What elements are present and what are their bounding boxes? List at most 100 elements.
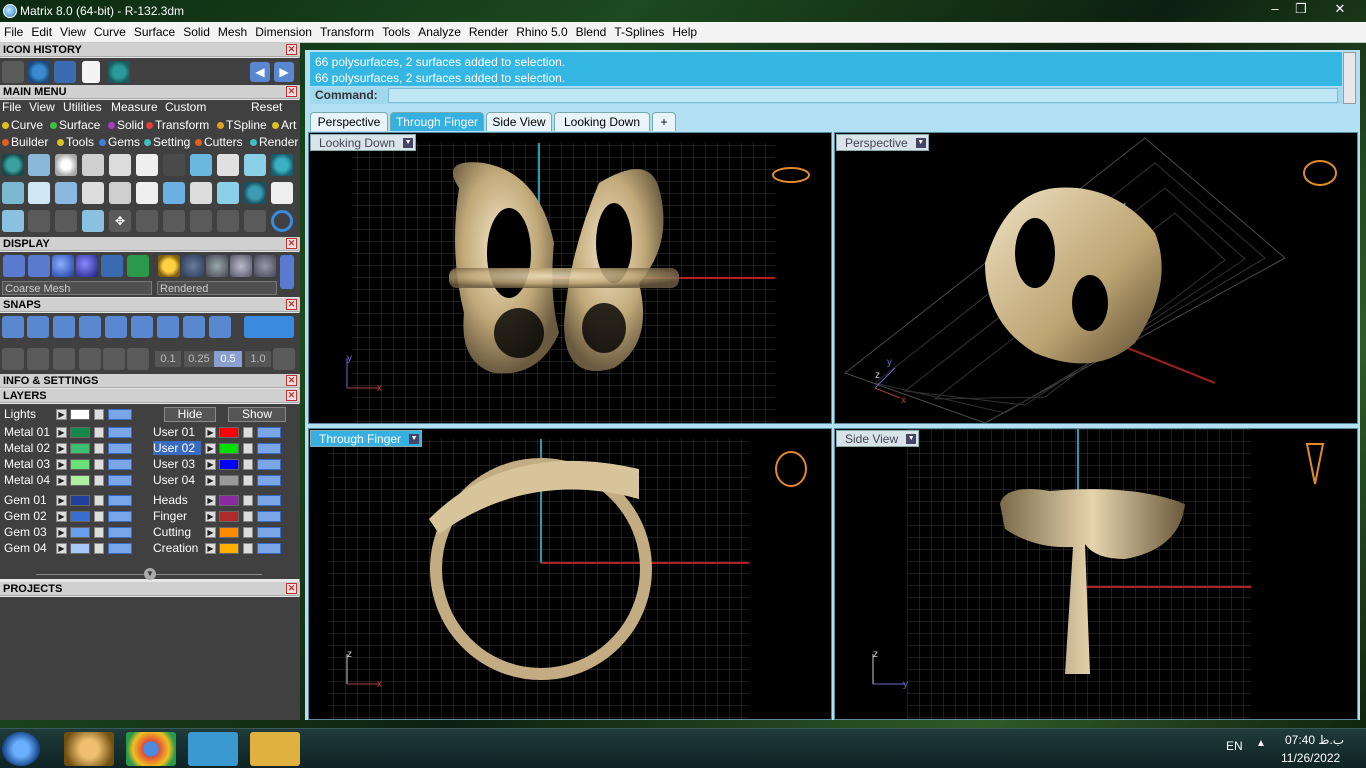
tool-icon[interactable] [82,210,104,232]
tool-icon[interactable] [109,154,131,176]
visibility-icon[interactable] [257,495,281,506]
lock-icon[interactable] [94,527,104,538]
cat-transform[interactable]: Transform [146,118,209,132]
layer-row[interactable]: Gem 03 ▶ [4,525,144,540]
lock-icon[interactable] [94,511,104,522]
expand-icon[interactable]: ▶ [205,527,216,538]
paint-app-icon[interactable] [64,732,114,766]
expand-icon[interactable]: ▶ [205,443,216,454]
expand-icon[interactable]: ▶ [205,495,216,506]
cat-solid[interactable]: Solid [108,118,144,132]
menu-solid[interactable]: Solid [179,22,214,43]
lock-icon[interactable] [94,427,104,438]
info-header[interactable]: INFO & SETTINGS ✕ [0,374,300,388]
layer-row[interactable]: Gem 01 ▶ [4,493,144,508]
tool-icon[interactable] [55,182,77,204]
expand-icon[interactable]: ▶ [56,527,67,538]
lock-icon[interactable] [94,475,104,486]
expand-icon[interactable]: ▶ [205,543,216,554]
main-menu-header[interactable]: MAIN MENU ✕ [0,85,300,99]
minimize-button[interactable]: – [1262,0,1288,20]
snap-icon[interactable] [209,316,231,338]
expand-icon[interactable]: ▶ [205,511,216,522]
lock-icon[interactable] [243,527,253,538]
menu-surface[interactable]: Surface [130,22,179,43]
rendered-sphere-icon[interactable] [76,255,98,277]
menu-file[interactable]: File [0,22,27,43]
close-icon[interactable]: ✕ [286,299,297,310]
lock-icon[interactable] [94,543,104,554]
display-mode-select[interactable]: Rendered [157,281,277,295]
expand-icon[interactable]: ▶ [56,475,67,486]
lock-icon[interactable] [94,459,104,470]
maximize-button[interactable]: ❐ [1288,0,1314,20]
menu-mesh[interactable]: Mesh [214,22,251,43]
matrix-app-icon[interactable] [188,732,238,766]
snap-icon[interactable] [157,316,179,338]
menu-transform[interactable]: Transform [316,22,378,43]
layer-row[interactable]: Gem 04 ▶ [4,541,144,556]
expand-icon[interactable]: ▶ [56,543,67,554]
snap-icon[interactable] [53,316,75,338]
tool-icon[interactable] [163,154,185,176]
snap-icon[interactable] [27,316,49,338]
layer-row[interactable]: Gem 02 ▶ [4,509,144,524]
tool-icon[interactable] [271,182,293,204]
tool-icon[interactable] [127,348,149,370]
viewport-label-through-finger[interactable]: Through Finger ▼ [310,430,423,447]
visibility-icon[interactable] [108,475,132,486]
command-input[interactable] [388,88,1338,103]
viewport-through-finger[interactable]: z x Through Finger ▼ [308,428,832,720]
tool-icon[interactable] [217,182,239,204]
hide-button[interactable]: Hide [164,407,216,422]
layer-color-swatch[interactable] [219,511,239,522]
visibility-icon[interactable] [257,443,281,454]
tool-icon[interactable] [190,154,212,176]
menu-view[interactable]: View [56,22,90,43]
chrome-icon[interactable] [126,732,176,766]
layer-row[interactable]: Metal 02 ▶ [4,441,144,456]
menu-help[interactable]: Help [668,22,701,43]
mm-view[interactable]: View [29,100,55,114]
visibility-icon[interactable] [257,427,281,438]
visibility-icon[interactable] [257,511,281,522]
close-icon[interactable]: ✕ [286,238,297,249]
tool-icon[interactable] [136,154,158,176]
layer-row[interactable]: User 02 ▶ [153,441,293,456]
viewport-label-perspective[interactable]: Perspective ▼ [836,134,929,151]
visibility-icon[interactable] [257,527,281,538]
projects-header[interactable]: PROJECTS ✕ [0,582,300,596]
viewport-label-side-view[interactable]: Side View ▼ [836,430,920,447]
tool-icon[interactable] [158,255,180,277]
menu-edit[interactable]: Edit [27,22,56,43]
cat-surface[interactable]: Surface [50,118,100,132]
menu-rhino[interactable]: Rhino 5.0 [512,22,571,43]
grid-icon[interactable] [2,348,24,370]
snap-value-1[interactable]: 0.1 [155,351,181,367]
cat-tools[interactable]: Tools [57,135,94,149]
snap-value-4[interactable]: 1.0 [245,351,271,367]
tool-icon[interactable] [127,255,149,277]
snap-icon[interactable] [2,316,24,338]
layer-row[interactable]: User 04 ▶ [153,473,293,488]
tool-icon[interactable] [2,210,24,232]
layer-color-swatch[interactable] [70,459,90,470]
snap-icon[interactable] [131,316,153,338]
tool-icon[interactable] [230,255,252,277]
layer-row[interactable]: Cutting ▶ [153,525,293,540]
tool-icon[interactable] [244,210,266,232]
mm-custom[interactable]: Custom [165,100,206,114]
viewport-label-looking-down[interactable]: Looking Down ▼ [310,134,417,151]
cat-cutters[interactable]: Cutters [195,135,243,149]
tool-icon[interactable] [244,182,266,204]
visibility-icon[interactable] [257,475,281,486]
tool-icon[interactable] [244,154,266,176]
tool-icon[interactable] [206,255,228,277]
shaded-sphere-icon[interactable] [52,255,74,277]
layer-row[interactable]: Finger ▶ [153,509,293,524]
tool-icon[interactable] [28,154,50,176]
forward-arrow-icon[interactable]: ▶ [274,62,294,82]
mm-utilities[interactable]: Utilities [63,100,102,114]
visibility-icon[interactable] [108,459,132,470]
tool-icon[interactable] [217,210,239,232]
